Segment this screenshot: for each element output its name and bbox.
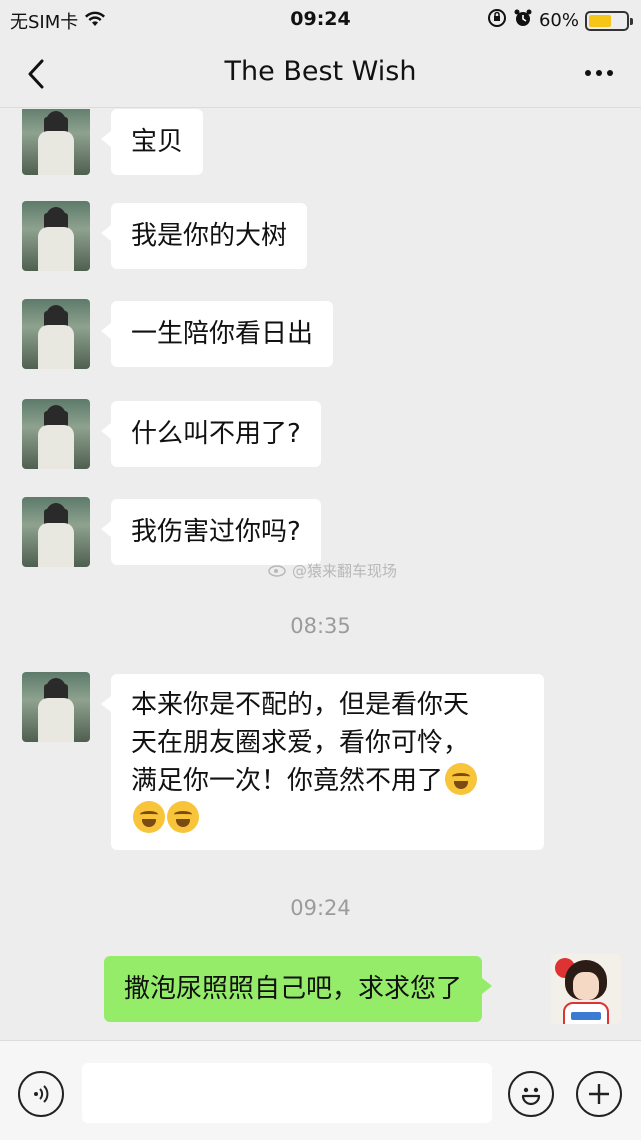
avatar-head bbox=[46, 111, 66, 133]
voice-button[interactable] bbox=[18, 1071, 64, 1117]
message-bubble-incoming[interactable]: 宝贝 bbox=[100, 109, 204, 175]
rotation-lock-icon bbox=[487, 8, 507, 33]
message-bubble-incoming[interactable]: 本来你是不配的，但是看你天 天在朋友圈求爱，看你可怜， 满足你一次！你竟然不用了 bbox=[101, 674, 544, 850]
user-avatar[interactable] bbox=[551, 954, 621, 1024]
plus-button[interactable] bbox=[576, 1071, 622, 1117]
laugh-cry-emoji bbox=[167, 801, 199, 833]
laugh-cry-emoji bbox=[133, 801, 165, 833]
more-options-button[interactable] bbox=[579, 58, 619, 88]
timestamp: 08:35 bbox=[290, 614, 351, 638]
chat-header: The Best Wish bbox=[0, 38, 641, 108]
message-line: 本来你是不配的，但是看你天 bbox=[131, 690, 470, 720]
contact-avatar[interactable] bbox=[22, 109, 90, 175]
battery-percent: 60% bbox=[538, 10, 579, 31]
message-line bbox=[131, 800, 524, 838]
avatar-head bbox=[46, 405, 66, 427]
avatar-face bbox=[573, 972, 599, 1000]
more-dots-icon bbox=[585, 70, 591, 76]
more-dot bbox=[607, 70, 613, 76]
message-bubble-outgoing[interactable]: 撒泡尿照照自己吧，求求您了 bbox=[104, 956, 493, 1022]
contact-avatar[interactable] bbox=[22, 299, 90, 369]
voice-icon bbox=[34, 1085, 49, 1103]
message-bubble-incoming[interactable]: 我是你的大树 bbox=[100, 203, 308, 269]
avatar-head bbox=[46, 503, 66, 525]
more-dot bbox=[596, 70, 602, 76]
message-bubble-incoming[interactable]: 什么叫不用了? bbox=[101, 401, 321, 467]
status-right: 60% bbox=[487, 8, 633, 33]
message-line: 天在朋友圈求爱，看你可怜， bbox=[131, 728, 470, 758]
alarm-icon bbox=[513, 8, 533, 33]
battery-icon bbox=[585, 10, 633, 31]
watermark: @猿来翻车现场 bbox=[268, 560, 397, 581]
avatar-body bbox=[38, 523, 74, 567]
input-bar bbox=[0, 1040, 641, 1140]
emoji-icon bbox=[521, 1087, 541, 1106]
message-input[interactable] bbox=[82, 1063, 492, 1123]
avatar-head bbox=[46, 207, 66, 229]
contact-avatar[interactable] bbox=[22, 672, 90, 742]
message-bubble-incoming[interactable]: 我伤害过你吗? bbox=[101, 499, 321, 565]
message-bubble-incoming[interactable]: 一生陪你看日出 bbox=[100, 301, 334, 367]
battery-fill bbox=[589, 14, 611, 27]
message-line: 满足你一次！你竟然不用了 bbox=[131, 762, 524, 800]
status-bar: 无SIM卡 09:24 60% bbox=[0, 0, 641, 38]
avatar-body bbox=[38, 425, 74, 469]
weibo-icon bbox=[268, 561, 288, 581]
plus-icon bbox=[589, 1084, 609, 1104]
contact-avatar[interactable] bbox=[22, 497, 90, 567]
avatar-body bbox=[38, 325, 74, 369]
laugh-cry-emoji bbox=[445, 763, 478, 795]
avatar-body bbox=[38, 227, 74, 271]
contact-avatar[interactable] bbox=[22, 201, 90, 271]
chat-title: The Best Wish bbox=[224, 56, 417, 87]
contact-avatar[interactable] bbox=[22, 399, 90, 469]
emoji-button[interactable] bbox=[508, 1071, 554, 1117]
watermark-text: @猿来翻车现场 bbox=[292, 562, 398, 580]
avatar-head bbox=[46, 305, 66, 327]
message-line-text: 满足你一次！你竟然不用了 bbox=[131, 766, 444, 796]
avatar-body bbox=[38, 131, 74, 175]
avatar-logo bbox=[571, 1012, 601, 1020]
timestamp: 09:24 bbox=[290, 896, 351, 920]
message-list[interactable]: 宝贝 我是你的大树 一生陪你看日出 什么叫不用了? 我伤害过你吗? @猿来翻车现… bbox=[0, 109, 641, 1040]
avatar-head bbox=[46, 678, 66, 700]
avatar-body bbox=[38, 698, 74, 742]
